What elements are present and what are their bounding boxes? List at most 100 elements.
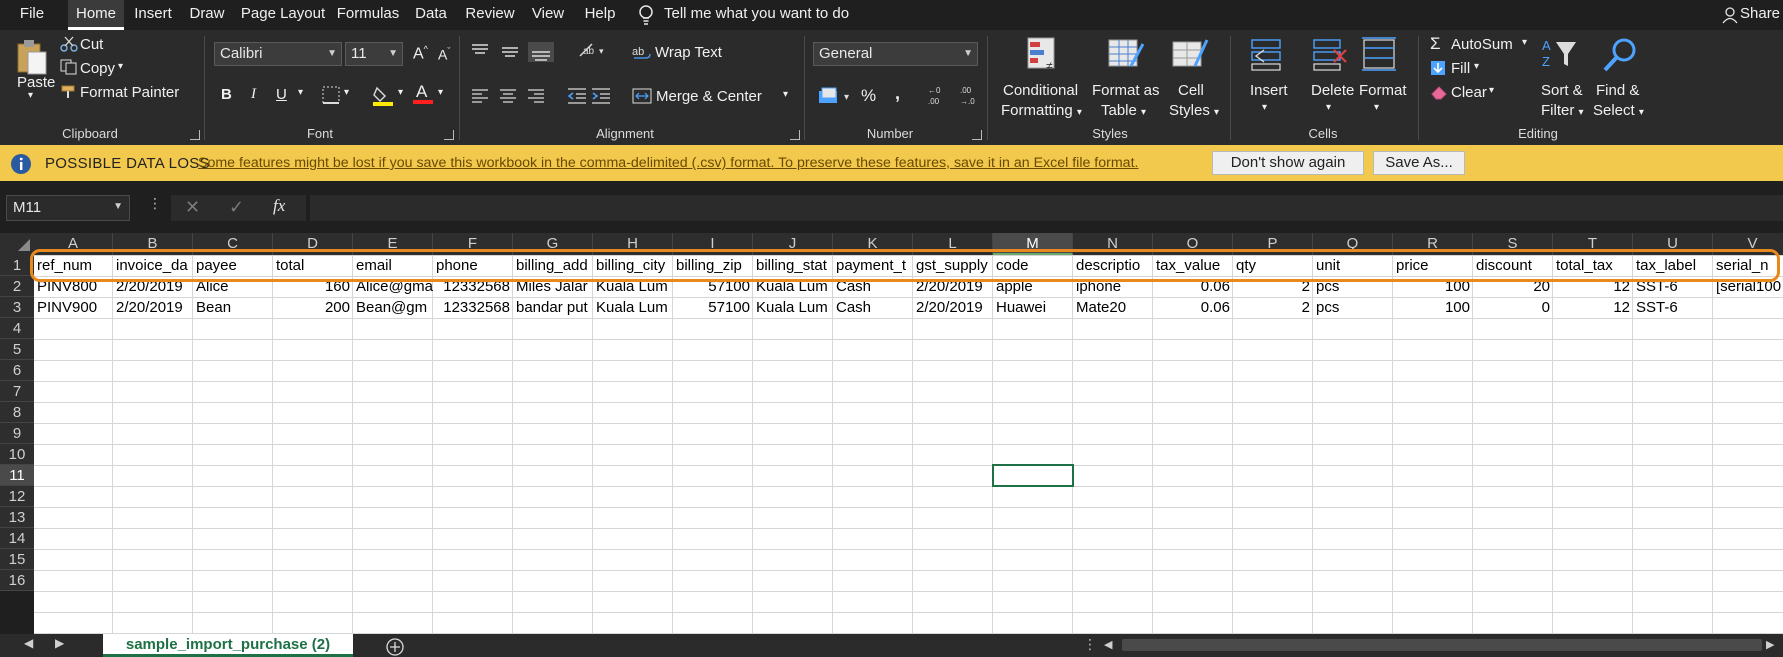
- row-header-2[interactable]: 2: [0, 276, 34, 297]
- percent-button[interactable]: %: [861, 86, 876, 106]
- table-cell-i3[interactable]: 57100: [673, 297, 753, 318]
- borders-dropdown-icon[interactable]: ▾: [344, 87, 349, 98]
- table-cell-a3[interactable]: PINV900: [34, 297, 113, 318]
- row-header-15[interactable]: 15: [0, 549, 34, 570]
- share-button[interactable]: Share: [1740, 0, 1783, 30]
- row-header-7[interactable]: 7: [0, 381, 34, 402]
- sort-filter-button[interactable]: Sort &: [1541, 82, 1583, 99]
- orientation-icon[interactable]: ab ▾: [577, 40, 607, 60]
- next-sheet-icon[interactable]: ▶: [55, 636, 64, 650]
- number-format-select[interactable]: General ▼: [813, 42, 978, 66]
- copy-dropdown-icon[interactable]: ▾: [118, 61, 123, 72]
- font-name-select[interactable]: Calibri ▼: [214, 42, 342, 66]
- copy-button[interactable]: Copy: [80, 60, 115, 77]
- comma-button[interactable]: ,: [895, 83, 900, 104]
- vertical-align-icons[interactable]: [470, 42, 560, 62]
- merge-dropdown-icon[interactable]: ▾: [783, 89, 788, 100]
- menu-help[interactable]: Help: [580, 0, 620, 30]
- number-launcher[interactable]: [972, 130, 982, 140]
- select-all-corner[interactable]: [0, 233, 34, 255]
- sort-filter-label2[interactable]: Filter ▾: [1541, 102, 1584, 119]
- underline-dropdown-icon[interactable]: ▾: [298, 87, 303, 98]
- fill-button[interactable]: Fill: [1451, 60, 1470, 77]
- table-cell-r3[interactable]: 100: [1393, 297, 1473, 318]
- table-cell-v3[interactable]: [1713, 297, 1783, 318]
- menu-insert[interactable]: Insert: [130, 0, 176, 30]
- table-cell-e3[interactable]: Bean@gm: [353, 297, 433, 318]
- more-options-icon[interactable]: ⋮: [148, 195, 162, 212]
- fill-color-dropdown-icon[interactable]: ▾: [398, 87, 403, 98]
- menu-file[interactable]: File: [10, 0, 54, 30]
- conditional-formatting-button[interactable]: Conditional: [1003, 82, 1078, 99]
- table-cell-h3[interactable]: Kuala Lum: [593, 297, 673, 318]
- borders-icon[interactable]: [322, 86, 340, 104]
- format-as-table-button[interactable]: Format as: [1092, 82, 1160, 99]
- prev-sheet-icon[interactable]: ◀: [24, 636, 33, 650]
- currency-icon[interactable]: ▾: [818, 87, 854, 105]
- sheet-tab-active[interactable]: sample_import_purchase (2): [103, 634, 353, 657]
- table-cell-m3[interactable]: Huawei: [993, 297, 1073, 318]
- format-cells-button[interactable]: Format: [1359, 82, 1407, 99]
- row-header-11[interactable]: 11: [0, 465, 34, 486]
- dont-show-again-button[interactable]: Don't show again: [1212, 151, 1364, 175]
- row-header-16[interactable]: 16: [0, 570, 34, 591]
- indent-icons[interactable]: [566, 86, 612, 106]
- decimal-icons[interactable]: ←0 .00 .00 →.0: [926, 84, 986, 106]
- fill-dropdown-icon[interactable]: ▾: [1474, 61, 1479, 72]
- table-cell-u3[interactable]: SST-6: [1633, 297, 1713, 318]
- font-size-select[interactable]: 11 ▼: [345, 42, 403, 66]
- enter-check-icon[interactable]: ✓: [229, 197, 244, 218]
- menu-review[interactable]: Review: [464, 0, 516, 30]
- cell-area[interactable]: ref_num invoice_da payee total email phone bil…: [34, 255, 1783, 634]
- table-cell-t3[interactable]: 12: [1553, 297, 1633, 318]
- row-header-14[interactable]: 14: [0, 528, 34, 549]
- alignment-launcher[interactable]: [790, 130, 800, 140]
- shrink-font-button[interactable]: Aˇ: [438, 46, 450, 63]
- row-header-13[interactable]: 13: [0, 507, 34, 528]
- fill-color-icon[interactable]: [372, 84, 394, 106]
- table-cell-c3[interactable]: Bean: [193, 297, 273, 318]
- menu-draw[interactable]: Draw: [186, 0, 228, 30]
- name-box[interactable]: M11 ▼: [6, 195, 130, 221]
- row-header-8[interactable]: 8: [0, 402, 34, 423]
- cut-button[interactable]: Cut: [80, 36, 103, 53]
- clear-button[interactable]: Clear: [1451, 84, 1487, 101]
- font-color-dropdown-icon[interactable]: ▾: [438, 87, 443, 98]
- horizontal-align-icons[interactable]: [470, 88, 560, 104]
- horizontal-scrollbar[interactable]: [1122, 639, 1762, 651]
- delete-dropdown-icon[interactable]: ▾: [1326, 102, 1331, 113]
- paste-dropdown-icon[interactable]: ▾: [28, 90, 33, 101]
- wrap-text-button[interactable]: Wrap Text: [655, 44, 722, 61]
- find-select-label2[interactable]: Select ▾: [1593, 102, 1644, 119]
- scroll-right-icon[interactable]: ▶: [1766, 638, 1774, 651]
- table-cell-p3[interactable]: 2: [1233, 297, 1313, 318]
- insert-function-icon[interactable]: fx: [273, 196, 285, 216]
- format-dropdown-icon[interactable]: ▾: [1374, 102, 1379, 113]
- menu-formulas[interactable]: Formulas: [335, 0, 401, 30]
- row-header-12[interactable]: 12: [0, 486, 34, 507]
- find-select-button[interactable]: Find &: [1596, 82, 1639, 99]
- menu-data[interactable]: Data: [413, 0, 449, 30]
- insert-dropdown-icon[interactable]: ▾: [1262, 102, 1267, 113]
- bold-button[interactable]: B: [221, 86, 232, 103]
- table-cell-q3[interactable]: pcs: [1313, 297, 1393, 318]
- menu-page-layout[interactable]: Page Layout: [240, 0, 326, 30]
- row-header-9[interactable]: 9: [0, 423, 34, 444]
- autosum-button[interactable]: AutoSum: [1451, 36, 1513, 53]
- format-painter-button[interactable]: Format Painter: [80, 84, 179, 101]
- menu-home[interactable]: Home: [68, 0, 124, 30]
- font-color-button[interactable]: A: [413, 82, 433, 104]
- scroll-left-icon[interactable]: ◀: [1104, 638, 1112, 651]
- menu-view[interactable]: View: [528, 0, 568, 30]
- table-cell-f3[interactable]: 12332568: [433, 297, 513, 318]
- delete-cells-button[interactable]: Delete: [1311, 82, 1354, 99]
- insert-cells-button[interactable]: Insert: [1250, 82, 1288, 99]
- conditional-formatting-label2[interactable]: Formatting ▾: [1001, 102, 1082, 119]
- italic-button[interactable]: I: [251, 86, 256, 103]
- underline-button[interactable]: U: [276, 86, 287, 103]
- clipboard-launcher[interactable]: [190, 130, 200, 140]
- active-cell-cursor[interactable]: [992, 464, 1074, 487]
- table-cell-k3[interactable]: Cash: [833, 297, 913, 318]
- cancel-icon[interactable]: ✕: [185, 197, 200, 218]
- table-cell-l3[interactable]: 2/20/2019: [913, 297, 993, 318]
